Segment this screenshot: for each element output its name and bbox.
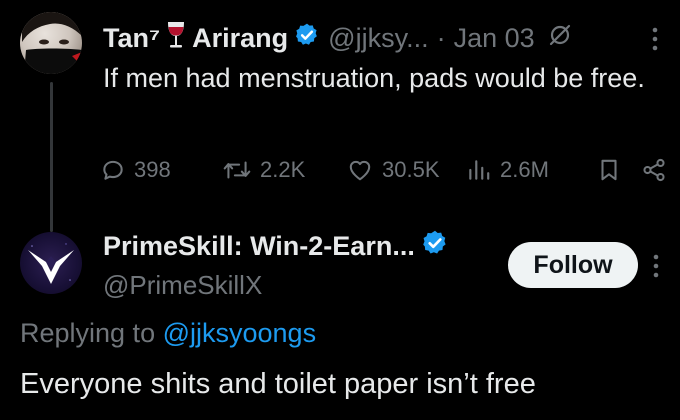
avatar-image	[22, 12, 82, 74]
more-icon[interactable]	[651, 253, 661, 284]
timestamp[interactable]: Jan 03	[454, 23, 535, 54]
replying-to: Replying to @jjksyoongs	[20, 318, 316, 349]
reply-button[interactable]: 398	[100, 152, 171, 188]
separator: ·	[436, 22, 446, 53]
share-button[interactable]	[640, 152, 676, 188]
views-icon	[469, 160, 490, 180]
retweet-count: 2.2K	[260, 157, 306, 182]
muted-icon	[547, 22, 573, 55]
follow-button[interactable]: Follow	[508, 242, 638, 288]
bookmark-button[interactable]	[597, 152, 629, 188]
like-button[interactable]: 30.5K	[346, 152, 440, 188]
primeskill-logo-icon	[28, 243, 74, 284]
verified-badge-icon	[421, 229, 449, 264]
more-icon[interactable]	[650, 26, 660, 57]
display-name[interactable]: Tan⁷	[103, 23, 160, 54]
reply-display-name[interactable]: PrimeSkill: Win-2-Earn...	[103, 231, 415, 262]
reply-avatar[interactable]	[20, 232, 82, 294]
like-icon	[349, 160, 371, 181]
retweet-icon	[223, 161, 251, 179]
like-count: 30.5K	[382, 157, 440, 182]
original-tweet[interactable]: Tan⁷ Arirang @jjksy... · Jan 03 If men h…	[0, 0, 680, 232]
share-icon	[643, 158, 665, 182]
avatar[interactable]	[20, 12, 82, 74]
view-count: 2.6M	[500, 157, 549, 182]
replying-to-mention[interactable]: @jjksyoongs	[163, 318, 316, 348]
reply-handle[interactable]: @PrimeSkillX	[103, 270, 262, 301]
display-name-suffix[interactable]: Arirang	[192, 23, 288, 54]
reply-count: 398	[134, 157, 171, 182]
bookmark-icon	[601, 159, 617, 181]
reply-text: Everyone shits and toilet paper isn’t fr…	[20, 368, 536, 400]
replying-prefix: Replying to	[20, 318, 163, 348]
tweet-thread: Tan⁷ Arirang @jjksy... · Jan 03 If men h…	[0, 0, 680, 420]
reply-header: PrimeSkill: Win-2-Earn...	[103, 226, 457, 266]
handle[interactable]: @jjksy...	[328, 23, 428, 54]
tweet-text: If men had menstruation, pads would be f…	[103, 63, 645, 93]
tweet-header: Tan⁷ Arirang @jjksy... · Jan 03	[103, 20, 573, 56]
tweet-actions: 398 2.2K 30.5K 2.6M	[100, 152, 670, 188]
wine-glass-icon	[166, 20, 186, 57]
reply-icon	[103, 160, 123, 180]
verified-badge-icon	[294, 22, 320, 55]
retweet-button[interactable]: 2.2K	[222, 152, 305, 188]
views-button[interactable]: 2.6M	[466, 152, 549, 188]
thread-line	[50, 82, 53, 232]
